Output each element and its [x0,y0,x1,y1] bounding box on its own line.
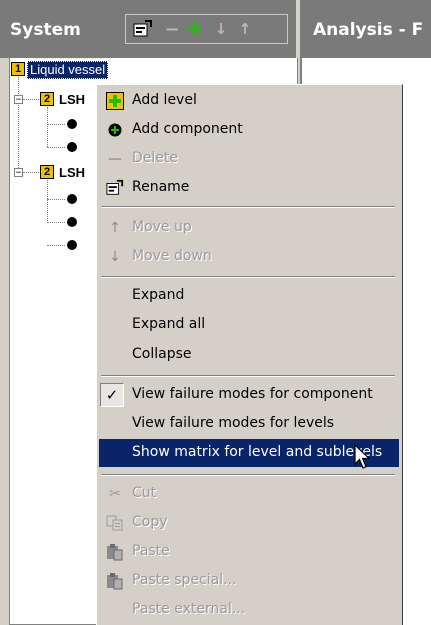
add-level-icon [106,92,124,110]
tree-line [23,172,39,173]
context-menu: Add level Add component — Delete Rename … [96,84,403,625]
menu-item-label: Collapse [132,346,192,362]
tree-line [47,222,65,223]
menu-item-label: Paste external... [132,601,246,617]
menu-item-label: Paste [132,543,170,559]
mouse-cursor-icon [354,443,372,474]
menu-item-label: Expand all [132,316,206,332]
menu-item-label: Delete [132,150,178,166]
menu-item-collapse[interactable]: Collapse [97,341,399,369]
rename-icon[interactable] [132,19,154,39]
tree-node-label[interactable]: LSH [59,165,85,180]
copy-icon [106,514,124,532]
tree-line [47,199,65,200]
menu-item-paste[interactable]: Paste [97,538,399,566]
tree-toolbar: − + ↓ ↑ [118,0,296,58]
component-icon[interactable] [67,240,77,250]
menu-item-paste-special[interactable]: Paste special... [97,567,399,595]
level-badge: 1 [11,62,25,76]
menu-item-expand-all[interactable]: Expand all [97,311,399,339]
menu-item-label: Add level [132,92,197,108]
tree-line [47,147,65,148]
minus-icon[interactable]: − [161,19,183,40]
menu-item-add-level[interactable]: Add level [97,87,399,115]
menu-item-label: Show matrix for level and sublevels [132,444,383,460]
menu-item-label: Cut [132,485,157,501]
component-icon[interactable] [67,217,77,227]
paste-special-icon [106,572,124,590]
collapse-icon[interactable]: − [14,168,23,178]
menu-separator [101,474,395,476]
tree-line [23,99,39,100]
tree-root-label[interactable]: Liquid vessel [27,61,109,79]
menu-item-label: Add component [132,121,243,137]
paste-icon [106,543,124,561]
menu-item-label: Move up [132,219,192,235]
system-title: System [10,20,81,40]
menu-item-delete[interactable]: — Delete [97,145,399,173]
analysis-title: Analysis - F [313,20,424,40]
menu-item-add-component[interactable]: Add component [97,116,399,144]
menu-item-label: View failure modes for component [132,386,373,402]
component-icon[interactable] [67,194,77,204]
system-panel-header: System [0,0,118,58]
component-icon[interactable] [67,119,77,129]
menu-item-move-up[interactable]: ↑ Move up [97,214,399,242]
plus-icon[interactable]: + [184,17,206,42]
menu-item-cut[interactable]: ✂ Cut [97,480,399,508]
arrow-up-icon[interactable]: ↑ [234,19,256,39]
analysis-panel-header: Analysis - F [300,0,431,58]
add-component-icon [106,121,124,139]
rename-icon [106,179,124,197]
tree-line [47,180,48,223]
delete-icon: — [108,151,122,167]
component-icon[interactable] [67,142,77,152]
menu-item-view-failure-modes-levels[interactable]: View failure modes for levels [97,410,399,438]
menu-item-label: Copy [132,514,168,530]
menu-item-copy[interactable]: Copy [97,509,399,537]
cut-icon: ✂ [109,486,121,502]
menu-item-rename[interactable]: Rename [97,174,399,202]
tree-line [47,245,65,246]
menu-item-label: Paste special... [132,572,237,588]
menu-item-paste-external[interactable]: Paste external... [97,596,399,624]
tree-line [18,77,19,172]
arrow-down-icon[interactable]: ↓ [210,19,232,39]
menu-item-label: View failure modes for levels [132,415,335,431]
menu-item-view-failure-modes-component[interactable]: ✓ View failure modes for component [97,381,399,409]
level-badge: 2 [40,92,54,106]
menu-separator [101,206,395,208]
tree-node-label[interactable]: LSH [59,92,85,107]
menu-item-move-down[interactable]: ↓ Move down [97,243,399,271]
checkmark-icon: ✓ [100,383,124,407]
menu-item-label: Expand [132,287,185,303]
tree-line [47,124,65,125]
menu-separator [101,375,395,377]
arrow-down-icon: ↓ [109,249,121,265]
menu-item-label: Move down [132,248,212,264]
menu-item-label: Rename [132,179,190,195]
collapse-icon[interactable]: − [14,95,23,105]
menu-item-expand[interactable]: Expand [97,282,399,310]
tree-line [47,107,48,147]
menu-separator [101,276,395,278]
level-badge: 2 [40,165,54,179]
arrow-up-icon: ↑ [109,220,121,236]
